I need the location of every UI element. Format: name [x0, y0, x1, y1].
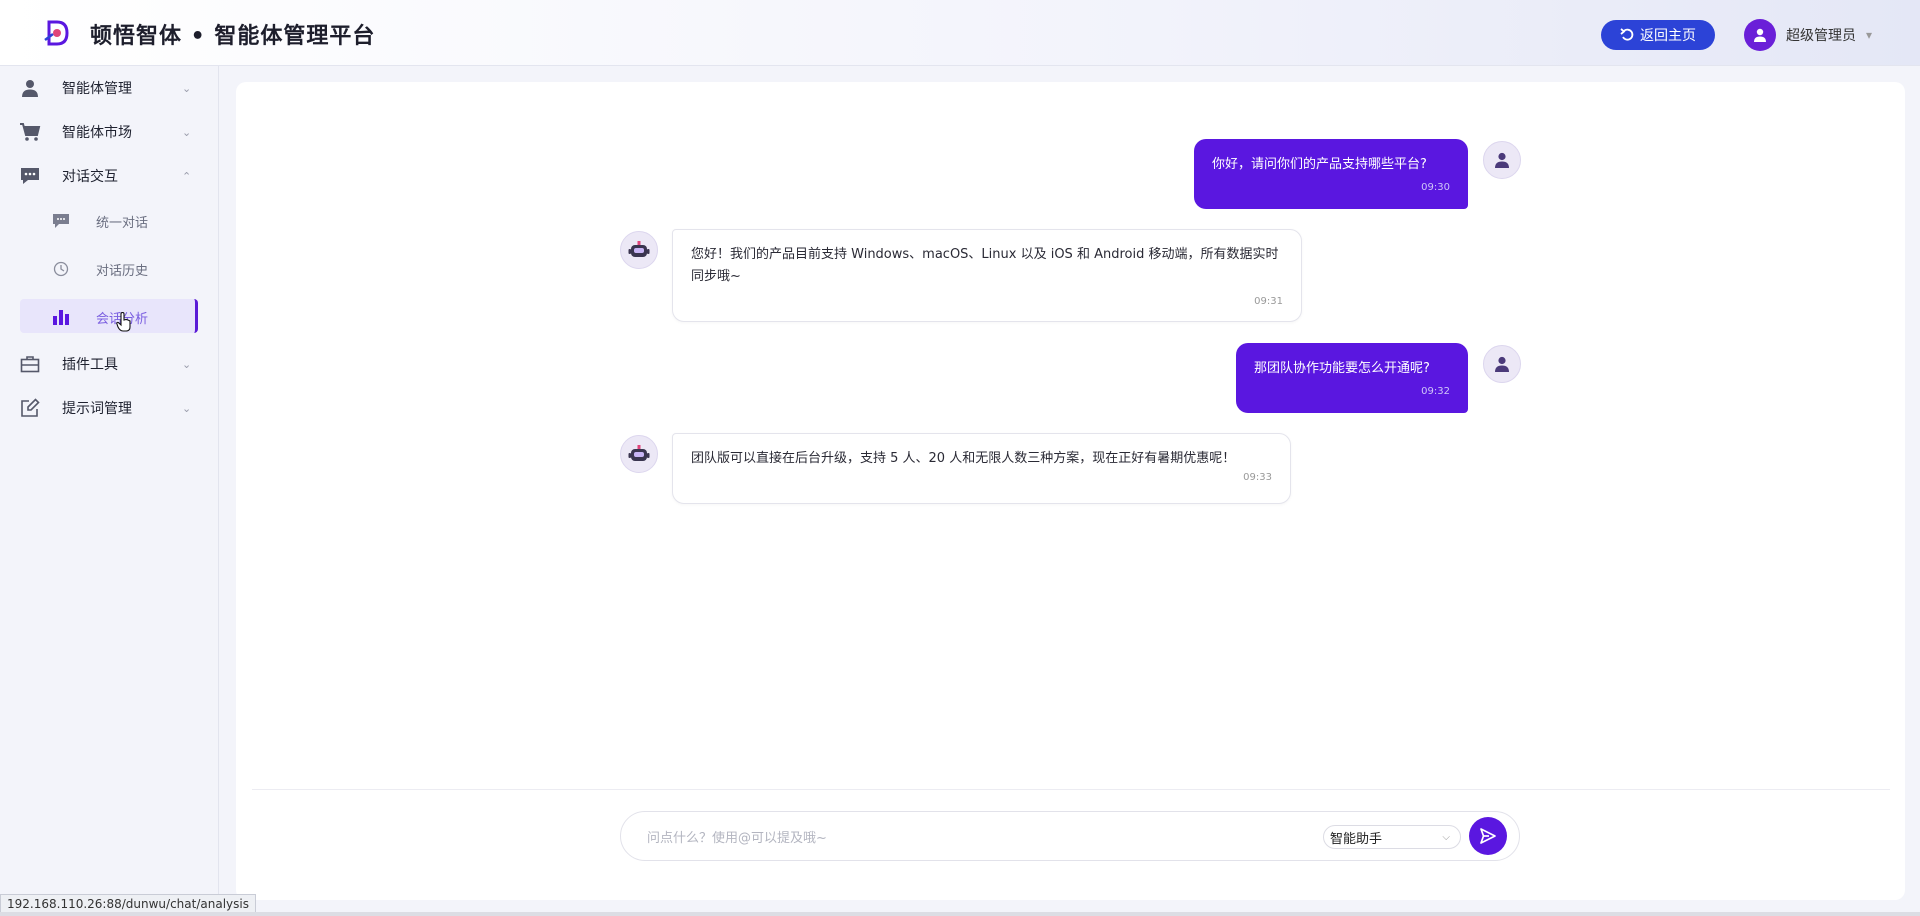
hand-cursor-icon: [116, 312, 131, 332]
top-header: 顿悟智体 • 智能体管理平台 返回主页 超级管理员 ▾: [0, 0, 1920, 66]
sidebar-subitem-unified-chat[interactable]: 统一对话: [0, 201, 219, 241]
chevron-down-icon: ⌄: [182, 81, 192, 95]
message-text: 你好，请问你们的产品支持哪些平台?: [1212, 157, 1427, 172]
chevron-down-icon: ⌄: [182, 125, 192, 139]
chevron-down-icon: ⌄: [182, 357, 192, 371]
sidebar-item-chat-interaction[interactable]: 对话交互 ⌃: [0, 154, 219, 198]
user-icon: [1495, 356, 1509, 372]
sidebar-item-prompt-management[interactable]: 提示词管理 ⌄: [0, 386, 219, 430]
home-button-label: 返回主页: [1640, 28, 1696, 44]
bot-message: 您好！我们的产品目前支持 Windows、macOS、Linux 以及 iOS …: [672, 229, 1302, 322]
window-bottom-edge: [0, 912, 1920, 916]
chevron-down-icon: ⌄: [182, 401, 192, 415]
sidebar-subitem-chat-history[interactable]: 对话历史: [0, 249, 219, 289]
user-menu[interactable]: 超级管理员 ▾: [1744, 18, 1872, 52]
bot-avatar: [620, 435, 658, 473]
send-icon: [1480, 828, 1496, 844]
return-icon: [1620, 28, 1634, 41]
sidebar-item-label: 智能体管理: [62, 81, 132, 97]
user-avatar: [1483, 345, 1521, 383]
sidebar: 智能体管理 ⌄ 智能体市场 ⌄ 对话交互 ⌃ 统一对话 对话历史 会话分析: [0, 66, 219, 916]
user-avatar[interactable]: [1744, 19, 1776, 51]
message-icon: [52, 212, 70, 230]
user-icon: [1495, 152, 1509, 168]
edit-icon: [18, 396, 42, 420]
message-text: 团队版可以直接在后台升级，支持 5 人、20 人和无限人数三种方案，现在正好有暑…: [691, 451, 1236, 466]
clock-icon: [52, 260, 70, 278]
sidebar-subitem-label: 对话历史: [96, 263, 149, 279]
sidebar-item-label: 插件工具: [62, 357, 118, 373]
message-time: 09:31: [1254, 296, 1283, 307]
sidebar-subitem-session-analysis[interactable]: 会话分析: [0, 297, 219, 337]
sidebar-item-agent-market[interactable]: 智能体市场 ⌄: [0, 110, 219, 154]
sidebar-item-label: 提示词管理: [62, 401, 132, 417]
robot-icon: [628, 241, 650, 257]
bar-chart-icon: [52, 308, 70, 326]
chat-icon: [18, 164, 42, 188]
sidebar-item-plugin-tools[interactable]: 插件工具 ⌄: [0, 342, 219, 386]
bot-message: 团队版可以直接在后台升级，支持 5 人、20 人和无限人数三种方案，现在正好有暑…: [672, 433, 1291, 504]
user-message: 那团队协作功能要怎么开通呢? 09:32: [1236, 343, 1468, 413]
cart-icon: [18, 120, 42, 144]
chevron-down-icon: ⌵: [1442, 831, 1450, 843]
home-button[interactable]: 返回主页: [1601, 20, 1715, 50]
agent-select[interactable]: 智能助手 ⌵: [1323, 825, 1461, 849]
user-icon: [18, 76, 42, 100]
chat-input[interactable]: [645, 824, 1309, 852]
sidebar-item-label: 智能体市场: [62, 125, 132, 141]
chevron-up-icon: ⌃: [182, 169, 192, 183]
message-text: 您好！我们的产品目前支持 Windows、macOS、Linux 以及 iOS …: [691, 247, 1279, 284]
user-name: 超级管理员: [1786, 28, 1856, 44]
robot-icon: [628, 445, 650, 461]
user-message: 你好，请问你们的产品支持哪些平台? 09:30: [1194, 139, 1468, 209]
user-icon: [1754, 28, 1766, 42]
agent-select-value: 智能助手: [1330, 831, 1383, 847]
toolbox-icon: [18, 352, 42, 376]
bot-avatar: [620, 231, 658, 269]
send-button[interactable]: [1469, 817, 1507, 855]
chevron-down-icon[interactable]: ▾: [1866, 28, 1872, 42]
sidebar-item-label: 对话交互: [62, 169, 118, 185]
message-time: 09:32: [1421, 386, 1450, 397]
status-bar-url: 192.168.110.26:88/dunwu/chat/analysis: [0, 894, 256, 914]
app-title: 顿悟智体 • 智能体管理平台: [90, 24, 376, 49]
sidebar-subitem-label: 统一对话: [96, 215, 149, 231]
composer-divider: [252, 789, 1890, 790]
user-avatar: [1483, 141, 1521, 179]
message-text: 那团队协作功能要怎么开通呢?: [1254, 361, 1430, 376]
logo-icon: [44, 20, 69, 46]
message-time: 09:33: [1243, 472, 1272, 483]
sidebar-item-agent-management[interactable]: 智能体管理 ⌄: [0, 66, 219, 110]
message-time: 09:30: [1421, 182, 1450, 193]
chat-composer: 智能助手 ⌵: [620, 811, 1520, 861]
